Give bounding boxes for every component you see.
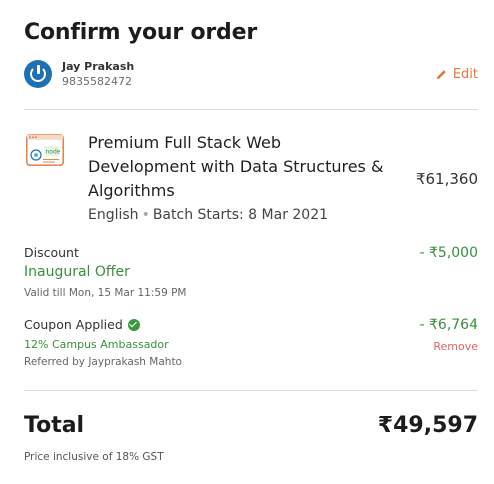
pencil-icon xyxy=(436,70,446,80)
edit-label: Edit xyxy=(452,67,478,82)
course-meta: English • Batch Starts: 8 Mar 2021 xyxy=(88,207,328,223)
user-name: Jay Prakash xyxy=(62,60,135,73)
coupon-label: Coupon Applied xyxy=(24,317,140,332)
svg-text:node: node xyxy=(46,149,61,156)
divider xyxy=(24,109,478,110)
remove-coupon-button[interactable]: Remove xyxy=(433,340,478,353)
page-title: Confirm your order xyxy=(24,20,257,45)
check-circle-icon xyxy=(127,318,140,331)
discount-validity: Valid till Mon, 15 Mar 11:59 PM xyxy=(24,287,187,299)
total-note: Price inclusive of 18% GST xyxy=(24,451,164,463)
discount-amount: - ₹5,000 xyxy=(419,245,479,261)
separator-dot: • xyxy=(141,207,150,223)
coupon-description: 12% Campus Ambassador xyxy=(24,338,169,351)
discount-label: Discount xyxy=(24,245,79,260)
course-language: English xyxy=(88,207,139,223)
course-thumbnail-icon: node xyxy=(26,134,64,166)
total-label: Total xyxy=(24,413,85,438)
batch-start: Batch Starts: 8 Mar 2021 xyxy=(152,207,329,223)
divider xyxy=(24,390,478,391)
user-phone: 9835582472 xyxy=(62,75,132,88)
coupon-amount: - ₹6,764 xyxy=(419,317,479,333)
discount-offer: Inaugural Offer xyxy=(24,264,130,280)
total-amount: ₹49,597 xyxy=(377,413,478,438)
coupon-referral: Referred by Jayprakash Mahto xyxy=(24,356,182,368)
edit-button[interactable]: Edit xyxy=(436,67,478,82)
avatar xyxy=(24,60,52,88)
course-title: Premium Full Stack Web Development with … xyxy=(88,133,384,200)
course-price: ₹61,360 xyxy=(415,170,478,188)
